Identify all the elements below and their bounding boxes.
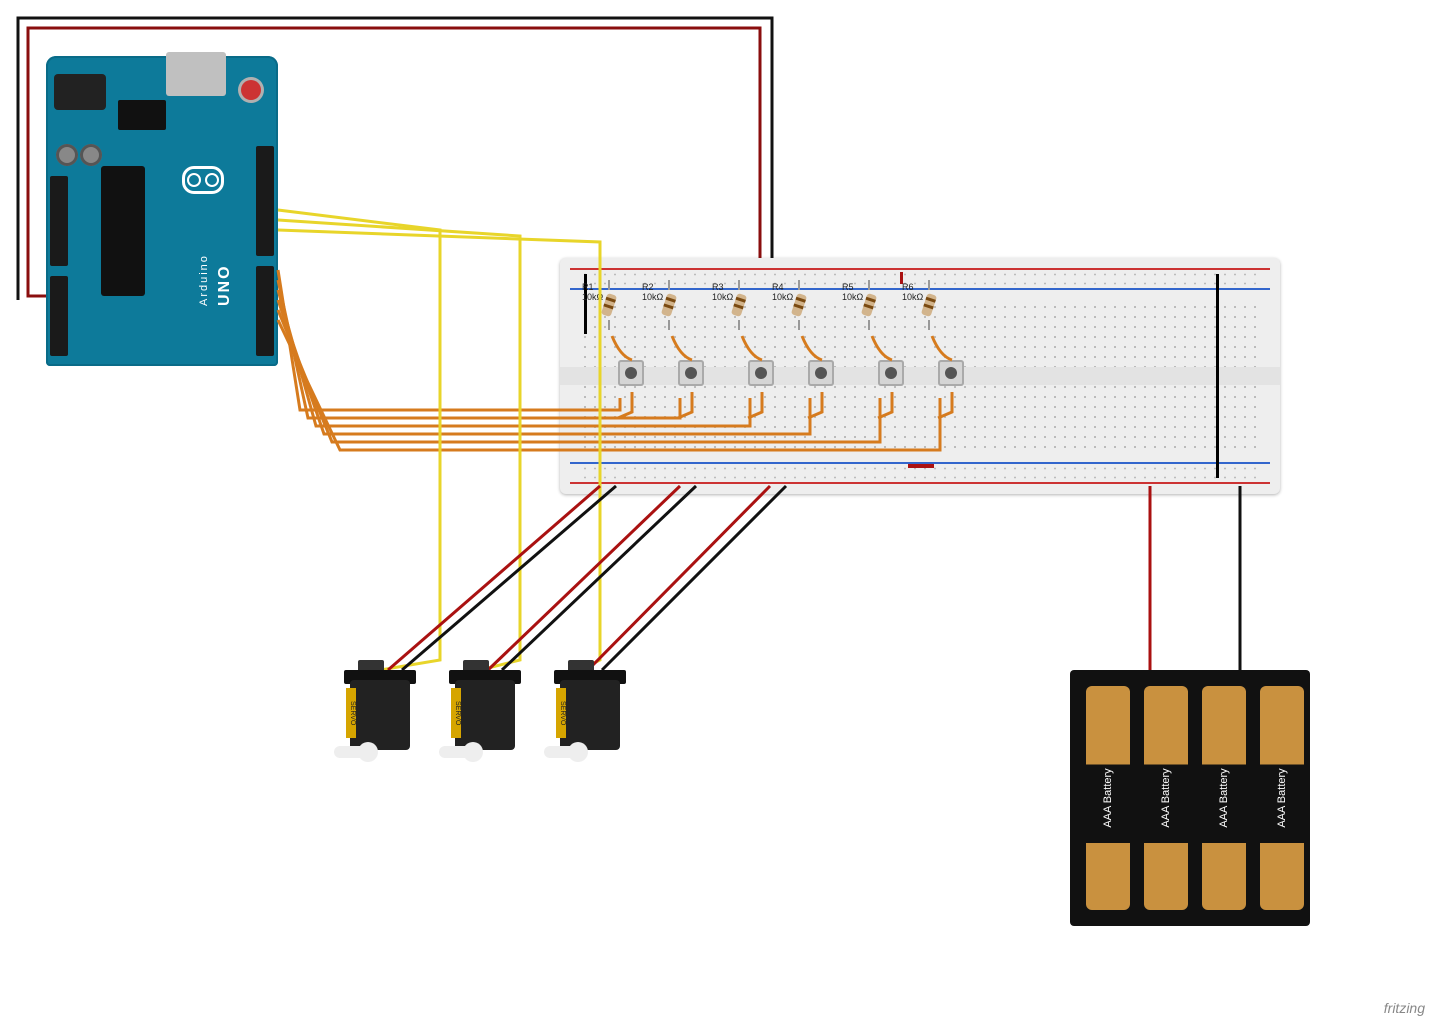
analog-header[interactable] xyxy=(50,276,68,356)
resistor-r5: R5 10kΩ xyxy=(862,286,876,324)
usb-port-icon xyxy=(166,52,226,96)
arduino-logo-icon xyxy=(182,166,224,194)
barrel-jack-icon xyxy=(54,74,106,110)
res-ref: R1 xyxy=(582,282,594,292)
push-button-3[interactable] xyxy=(748,360,774,386)
servo-horn-icon xyxy=(334,746,370,758)
watermark: fritzing xyxy=(1384,1000,1425,1016)
push-button-2[interactable] xyxy=(678,360,704,386)
resistor-r3: R3 10kΩ xyxy=(732,286,746,324)
jumper-black xyxy=(1216,274,1219,478)
push-button-4[interactable] xyxy=(808,360,834,386)
digital-header-high[interactable] xyxy=(256,146,274,256)
chip-icon xyxy=(118,100,166,130)
push-button-1[interactable] xyxy=(618,360,644,386)
resistor-r2: R2 10kΩ xyxy=(662,286,676,324)
push-button-5[interactable] xyxy=(878,360,904,386)
board-brand-label: Arduino xyxy=(198,254,210,306)
power-header[interactable] xyxy=(50,176,68,266)
battery-cell: AAA Battery xyxy=(1202,686,1246,910)
battery-cell: AAA Battery xyxy=(1144,686,1188,910)
capacitor-icon xyxy=(80,144,102,166)
servo-2: SERVO xyxy=(445,660,525,760)
push-button-6[interactable] xyxy=(938,360,964,386)
battery-cell: AAA Battery xyxy=(1086,686,1130,910)
aaa-battery-holder: AAA Battery AAA Battery AAA Battery AAA … xyxy=(1070,670,1310,926)
atmega-chip-icon xyxy=(101,166,145,296)
resistor-r1: R1 10kΩ xyxy=(602,286,616,324)
capacitor-icon xyxy=(56,144,78,166)
reset-button[interactable] xyxy=(241,80,261,100)
resistor-r4: R4 10kΩ xyxy=(792,286,806,324)
servo-3: SERVO xyxy=(550,660,630,760)
servo-1: SERVO xyxy=(340,660,420,760)
board-model-label: UNO xyxy=(216,264,234,306)
resistor-r6: R6 10kΩ xyxy=(922,286,936,324)
digital-header-low[interactable] xyxy=(256,266,274,356)
res-val: 10kΩ xyxy=(582,292,603,302)
arduino-uno-board: Arduino UNO xyxy=(46,56,278,366)
jumper-red xyxy=(908,464,934,468)
servo-label: SERVO xyxy=(346,688,356,738)
battery-cell: AAA Battery xyxy=(1260,686,1304,910)
